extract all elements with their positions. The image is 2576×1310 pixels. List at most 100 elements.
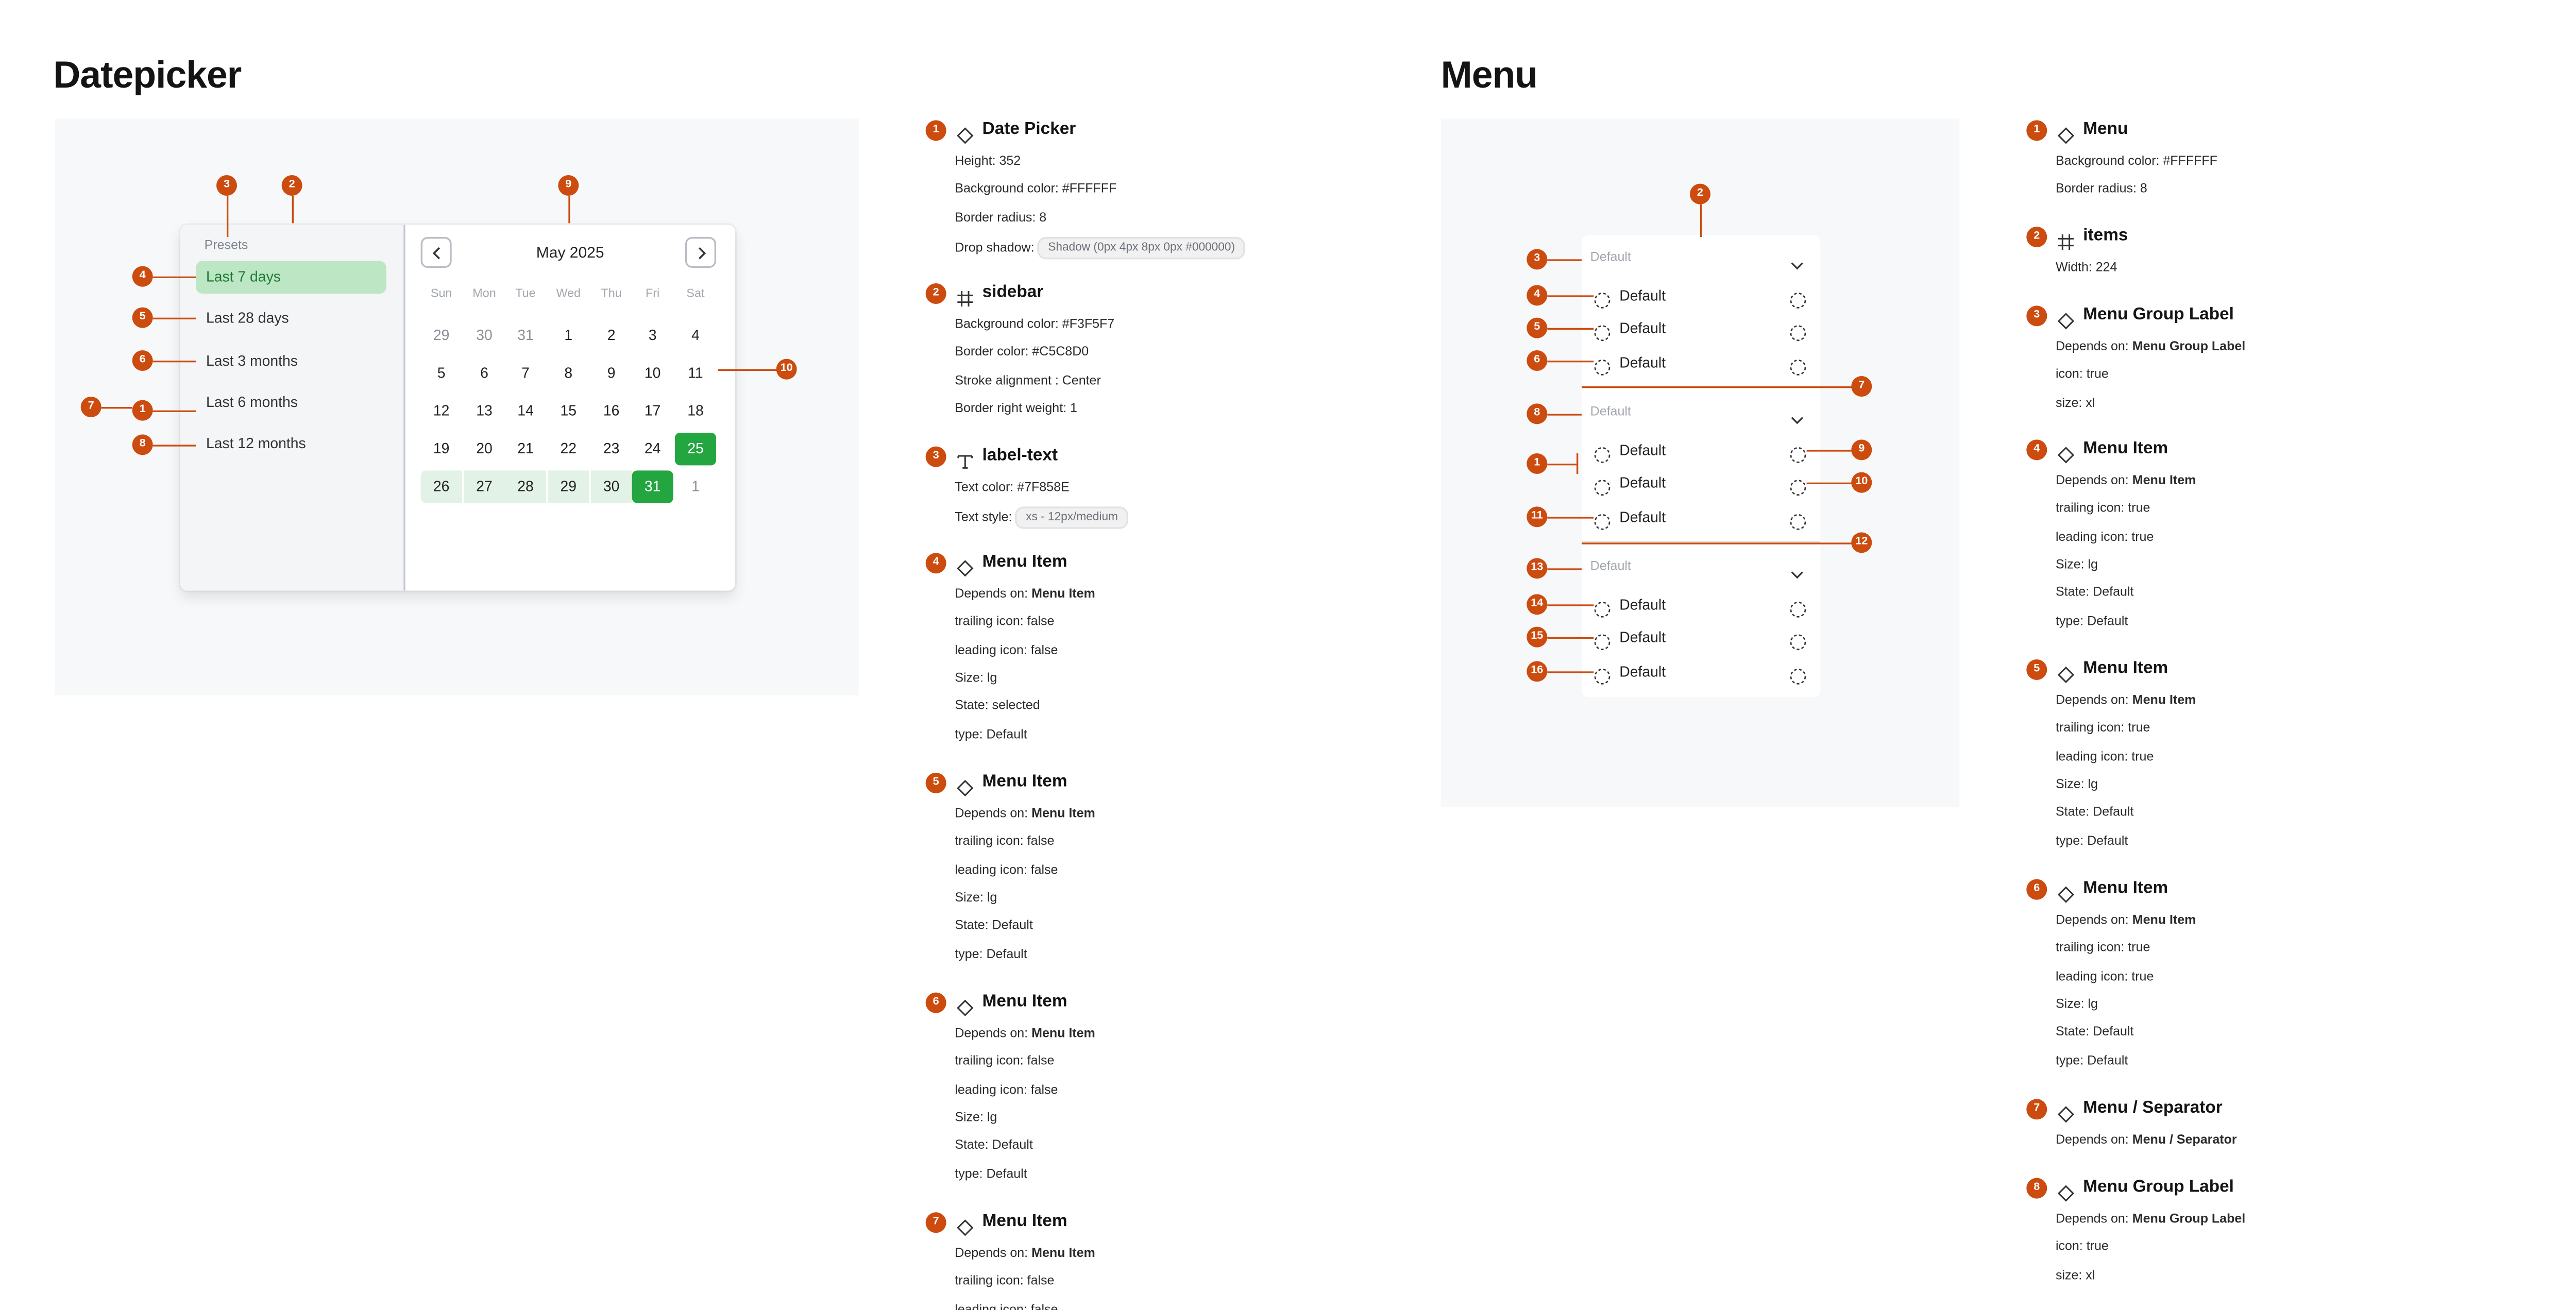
day-cell[interactable]: 30	[464, 319, 505, 352]
day-cell[interactable]: 27	[463, 470, 505, 503]
next-month-button[interactable]	[685, 236, 716, 268]
property-text: Depends on:	[2055, 692, 2129, 708]
preset-item[interactable]: Last 28 days	[196, 302, 386, 335]
day-cell[interactable]: 12	[421, 395, 462, 428]
day-cell[interactable]: 1	[548, 319, 589, 352]
menu-item[interactable]	[1582, 318, 1820, 350]
day-cell[interactable]: 4	[675, 319, 716, 352]
datepicker-section-title: Datepicker	[53, 53, 242, 96]
weekday-label: Sat	[686, 288, 705, 301]
day-cell[interactable]: 2	[591, 319, 632, 352]
preset-item[interactable]: Last 12 months	[196, 428, 386, 460]
annotation-marker: 7	[1851, 376, 1872, 397]
day-cell[interactable]: 29	[421, 319, 462, 352]
annotation-marker: 9	[558, 175, 579, 196]
menu-item[interactable]	[1582, 594, 1820, 626]
day-cell[interactable]: 13	[464, 395, 505, 428]
spec-property: type: Default	[955, 1165, 1027, 1181]
day-cell[interactable]: 29	[548, 470, 589, 503]
annotation-line	[152, 317, 196, 319]
menu-item[interactable]	[1582, 439, 1820, 472]
placeholder-circle-icon	[1594, 441, 1611, 472]
annotation-line	[1547, 517, 1594, 519]
day-cell[interactable]: 9	[591, 357, 632, 389]
menu-item[interactable]	[1582, 352, 1820, 384]
chevron-down-icon[interactable]	[1789, 251, 1805, 282]
day-cell[interactable]: 3	[632, 319, 673, 352]
menu-item[interactable]	[1582, 285, 1820, 317]
placeholder-circle-icon	[1594, 508, 1611, 539]
spec-property: Text style: xs - 12px/medium	[955, 507, 1128, 530]
menu-item[interactable]	[1582, 472, 1820, 505]
day-cell[interactable]: 31	[632, 470, 673, 503]
day-cell[interactable]: 25	[674, 432, 716, 466]
menu-item-label: Default	[1619, 353, 1666, 371]
day-cell[interactable]: 17	[632, 395, 673, 428]
day-cell[interactable]: 8	[548, 357, 589, 389]
spec-property: Border color: #C5C8D0	[955, 344, 1089, 360]
day-cell[interactable]: 26	[420, 470, 462, 503]
property-text: leading icon: true	[2055, 967, 2154, 983]
spec-heading: Menu Item	[982, 553, 1067, 572]
preset-item[interactable]: Last 7 days	[195, 261, 386, 294]
menu-item[interactable]	[1582, 661, 1820, 693]
day-cell[interactable]: 28	[504, 470, 546, 503]
menu-item-label: Default	[1619, 473, 1666, 491]
spec-property: Border radius: 8	[2056, 181, 2147, 196]
annotation-marker: 6	[132, 350, 153, 371]
annotation-marker: 10	[1851, 472, 1872, 493]
property-text: Background color: #FFFFFF	[955, 181, 1117, 197]
day-cell[interactable]: 15	[548, 395, 589, 428]
placeholder-circle-icon	[1789, 287, 1806, 318]
annotation-marker: 12	[1851, 532, 1872, 553]
day-cell[interactable]: 22	[548, 433, 589, 465]
property-text: Border right weight: 1	[955, 400, 1077, 416]
preset-item[interactable]: Last 6 months	[196, 386, 386, 419]
menu-item[interactable]	[1582, 506, 1820, 539]
menu-group-label: Default	[1590, 558, 1631, 574]
annotation-marker: 11	[1527, 506, 1548, 528]
day-cell[interactable]: 21	[505, 433, 546, 465]
annotation-line	[1700, 204, 1702, 237]
day-cell[interactable]: 6	[464, 357, 505, 389]
spec-property: State: Default	[2056, 804, 2134, 820]
placeholder-circle-icon	[1789, 628, 1806, 659]
menu: Default Default Default Default Default Defau…	[1581, 235, 1821, 697]
preset-item[interactable]: Last 3 months	[196, 345, 386, 378]
spec-heading: Menu / Separator	[2083, 1099, 2223, 1118]
component-icon	[2057, 1180, 2075, 1211]
annotation-marker: 8	[132, 434, 153, 455]
property-text: State: Default	[2055, 804, 2134, 820]
day-cell[interactable]: 11	[675, 357, 716, 389]
day-cell[interactable]: 14	[505, 395, 546, 428]
chevron-down-icon[interactable]	[1789, 560, 1805, 591]
spec-property: Size: lg	[2056, 996, 2098, 1011]
spec-property: Depends on: Menu Item	[955, 805, 1095, 821]
menu-item[interactable]	[1582, 627, 1820, 659]
spec-number-badge: 2	[925, 283, 946, 304]
property-dependency: Menu Group Label	[2132, 338, 2246, 354]
day-cell[interactable]: 23	[591, 433, 632, 465]
day-cell[interactable]: 20	[464, 433, 505, 465]
property-text: Size: lg	[2055, 996, 2098, 1012]
day-cell[interactable]: 30	[590, 470, 632, 503]
spec-property: Depends on: Menu / Separator	[2056, 1132, 2237, 1147]
component-icon	[2057, 1101, 2075, 1132]
property-text: trailing icon: false	[955, 614, 1055, 630]
spec-heading: Menu Item	[982, 772, 1067, 792]
spec-heading: Menu Item	[2083, 879, 2168, 898]
chevron-down-icon[interactable]	[1789, 405, 1805, 436]
day-cell[interactable]: 31	[505, 319, 546, 352]
day-cell[interactable]: 7	[505, 357, 546, 389]
day-cell[interactable]: 10	[632, 357, 673, 389]
day-cell[interactable]: 19	[421, 433, 462, 465]
day-cell[interactable]: 5	[421, 357, 462, 389]
text-icon	[957, 448, 974, 479]
spec-property: Size: lg	[2056, 776, 2098, 792]
day-cell[interactable]: 1	[675, 470, 716, 503]
property-text: Size: lg	[955, 670, 997, 686]
day-cell[interactable]: 18	[675, 395, 716, 428]
day-cell[interactable]: 24	[632, 433, 673, 465]
spec-property: Height: 352	[955, 153, 1021, 168]
day-cell[interactable]: 16	[591, 395, 632, 428]
